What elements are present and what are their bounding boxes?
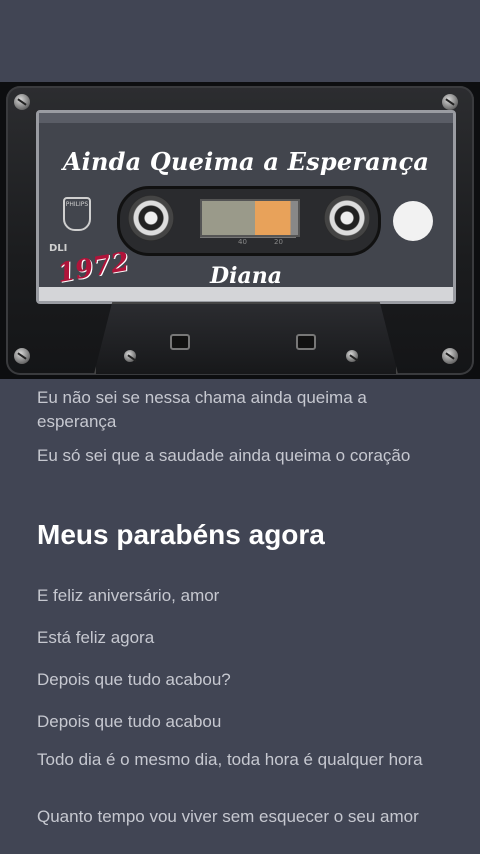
lyric-line[interactable]: Quanto tempo vou viver sem esquecer o se… xyxy=(37,805,437,829)
cassette-bottom-guard xyxy=(94,302,398,374)
screw-icon xyxy=(442,348,458,364)
artist-name: Diana xyxy=(210,263,282,289)
hole-icon xyxy=(296,334,316,350)
white-dot xyxy=(393,201,433,241)
lyric-line-active[interactable]: Meus parabéns agora xyxy=(37,519,437,551)
lyric-line[interactable]: Eu só sei que a saudade ainda queima o c… xyxy=(37,444,437,468)
screw-icon xyxy=(346,350,358,362)
lyric-line[interactable]: Todo dia é o mesmo dia, toda hora é qual… xyxy=(37,748,437,772)
screw-icon xyxy=(14,94,30,110)
reel-icon xyxy=(128,195,174,241)
lyric-line[interactable]: Eu não sei se nessa chama ainda queima a… xyxy=(37,386,437,434)
cassette-body: Ainda Queima a Esperança PHILIPS DLI 40 2… xyxy=(6,86,474,375)
side-mark: DLI xyxy=(49,243,68,254)
lyrics-panel[interactable]: Eu não sei se nessa chama ainda queima a… xyxy=(0,379,480,854)
label-strip xyxy=(39,113,453,123)
cassette-label: Ainda Queima a Esperança PHILIPS DLI 40 2… xyxy=(36,110,456,304)
tape-window: 40 20 xyxy=(117,186,381,256)
lyric-line[interactable]: Depois que tudo acabou? xyxy=(37,668,437,692)
brand-logo: PHILIPS xyxy=(63,197,91,231)
screw-icon xyxy=(124,350,136,362)
screw-icon xyxy=(442,94,458,110)
lyric-line[interactable]: Está feliz agora xyxy=(37,626,437,650)
tape-counter xyxy=(200,199,300,237)
screw-icon xyxy=(14,348,30,364)
label-bottom-strip xyxy=(39,287,453,301)
reel-icon xyxy=(324,195,370,241)
tape-scale: 40 20 xyxy=(200,237,296,248)
lyric-line[interactable]: Depois que tudo acabou xyxy=(37,710,437,734)
top-bar xyxy=(0,0,480,82)
song-title: Ainda Queima a Esperança xyxy=(62,147,430,176)
album-art-cassette: Ainda Queima a Esperança PHILIPS DLI 40 2… xyxy=(0,82,480,379)
lyric-line[interactable]: E feliz aniversário, amor xyxy=(37,584,437,608)
hole-icon xyxy=(170,334,190,350)
